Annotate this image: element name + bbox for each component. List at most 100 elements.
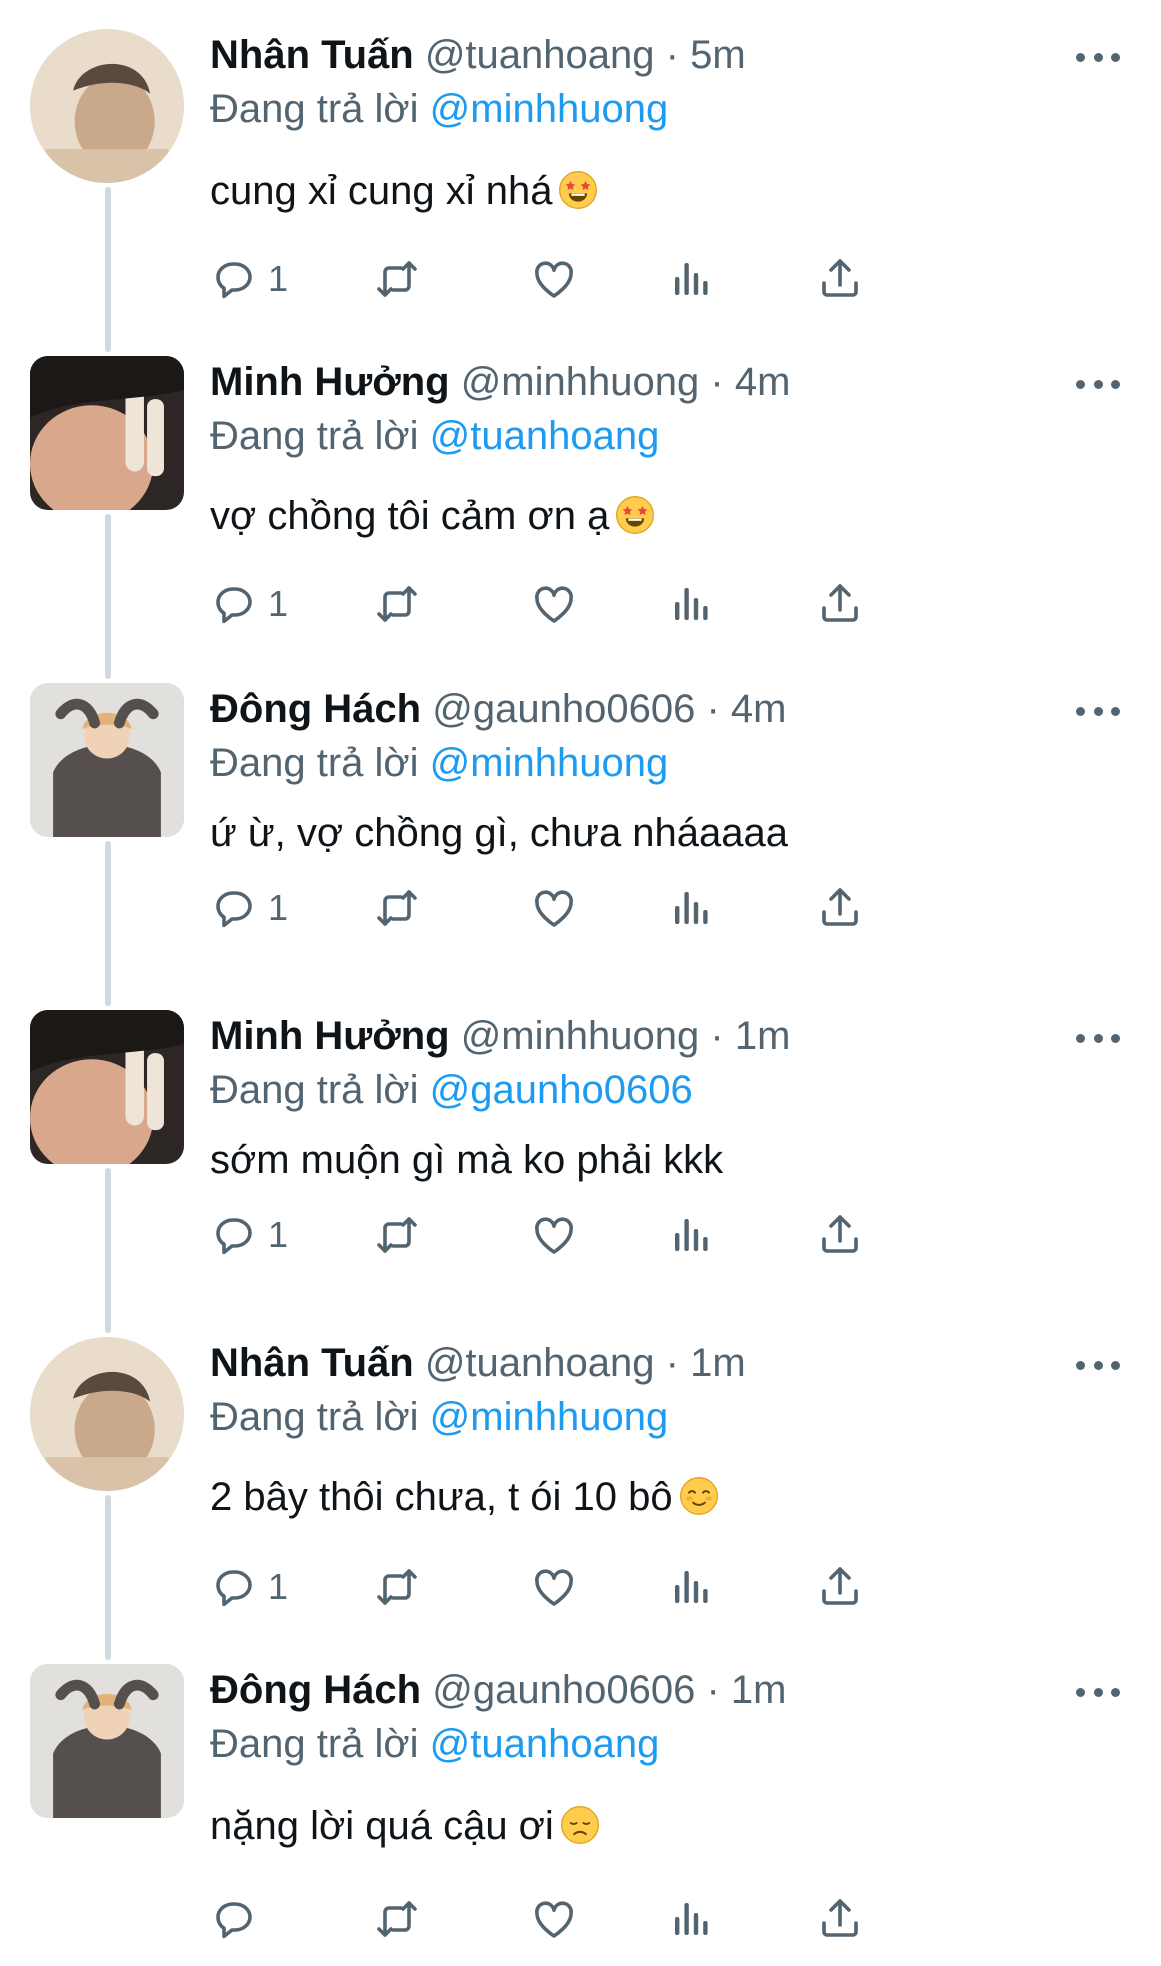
- retweet-button[interactable]: [373, 878, 421, 938]
- share-button[interactable]: [816, 1557, 864, 1617]
- reply-button[interactable]: 1: [210, 878, 288, 938]
- replying-to-handle[interactable]: @gaunho0606: [430, 1068, 693, 1112]
- reply-button[interactable]: 1: [210, 1205, 288, 1265]
- analytics-button[interactable]: [667, 878, 715, 938]
- reply-icon: [210, 1211, 258, 1259]
- author-name[interactable]: Minh Hưởng: [210, 1014, 450, 1058]
- author-name[interactable]: Nhân Tuấn: [210, 33, 414, 77]
- more-icon[interactable]: [1076, 1677, 1120, 1707]
- like-button[interactable]: [530, 878, 578, 938]
- replying-to-handle[interactable]: @tuanhoang: [430, 1722, 660, 1766]
- author-name[interactable]: Đông Hách: [210, 1668, 421, 1712]
- reply-button[interactable]: [210, 1889, 268, 1949]
- analytics-button[interactable]: [667, 1889, 715, 1949]
- avatar[interactable]: [30, 1010, 184, 1164]
- analytics-icon: [667, 580, 715, 628]
- share-button[interactable]: [816, 574, 864, 634]
- replying-to-handle[interactable]: @minhhuong: [430, 1395, 669, 1439]
- timestamp[interactable]: 5m: [690, 33, 746, 77]
- avatar[interactable]: [30, 356, 184, 510]
- tweet[interactable]: Đông Hách @gaunho0606 · 1m Đang trả lời @…: [0, 1639, 1161, 1966]
- avatar[interactable]: [30, 1337, 184, 1491]
- replying-to-label: Đang trả lời: [210, 414, 419, 458]
- reply-thread: Nhân Tuấn @tuanhoang · 5m Đang trả lời @m…: [0, 0, 1161, 1939]
- author-name[interactable]: Đông Hách: [210, 687, 421, 731]
- tweet-text-content: nặng lời quá cậu ơi: [210, 1804, 554, 1848]
- more-icon[interactable]: [1076, 1350, 1120, 1380]
- analytics-button[interactable]: [667, 249, 715, 309]
- timestamp[interactable]: 1m: [735, 1014, 791, 1058]
- replying-to-handle[interactable]: @tuanhoang: [430, 414, 660, 458]
- like-button[interactable]: [530, 1889, 578, 1949]
- avatar[interactable]: [30, 29, 184, 183]
- tweet-text-content: vợ chồng tôi cảm ơn ạ: [210, 494, 610, 538]
- author-name[interactable]: Minh Hưởng: [210, 360, 450, 404]
- timestamp[interactable]: 1m: [731, 1668, 787, 1712]
- retweet-button[interactable]: [373, 249, 421, 309]
- share-icon: [816, 1563, 864, 1611]
- tweet[interactable]: Minh Hưởng @minhhuong · 1m Đang trả lời @…: [0, 985, 1161, 1312]
- timestamp[interactable]: 4m: [731, 687, 787, 731]
- separator-dot: ·: [665, 33, 679, 77]
- author-handle[interactable]: @gaunho0606: [432, 687, 695, 731]
- tweet-text-content: cung xỉ cung xỉ nhá: [210, 169, 553, 213]
- analytics-button[interactable]: [667, 574, 715, 634]
- author-handle[interactable]: @tuanhoang: [425, 33, 655, 77]
- more-icon[interactable]: [1076, 369, 1120, 399]
- analytics-icon: [667, 1895, 715, 1943]
- like-button[interactable]: [530, 1557, 578, 1617]
- reply-button[interactable]: 1: [210, 249, 288, 309]
- analytics-button[interactable]: [667, 1205, 715, 1265]
- retweet-button[interactable]: [373, 1889, 421, 1949]
- author-handle[interactable]: @minhhuong: [461, 360, 700, 404]
- replying-to-label: Đang trả lời: [210, 1722, 419, 1766]
- timestamp[interactable]: 4m: [735, 360, 791, 404]
- star-struck-emoji: [552, 164, 598, 218]
- timestamp[interactable]: 1m: [690, 1341, 746, 1385]
- retweet-icon: [373, 884, 421, 932]
- tweet[interactable]: Minh Hưởng @minhhuong · 4m Đang trả lời @…: [0, 331, 1161, 658]
- share-icon: [816, 884, 864, 932]
- like-icon: [530, 884, 578, 932]
- retweet-icon: [373, 580, 421, 628]
- share-icon: [816, 1895, 864, 1943]
- author-handle[interactable]: @gaunho0606: [432, 1668, 695, 1712]
- like-button[interactable]: [530, 249, 578, 309]
- retweet-button[interactable]: [373, 1557, 421, 1617]
- like-button[interactable]: [530, 574, 578, 634]
- tweet-text: ứ ừ, vợ chồng gì, chưa nháaaaa: [210, 806, 788, 860]
- tweet-text: nặng lời quá cậu ơi: [210, 1799, 600, 1853]
- replying-to-label: Đang trả lời: [210, 1068, 419, 1112]
- replying-to-handle[interactable]: @minhhuong: [430, 741, 669, 785]
- retweet-button[interactable]: [373, 1205, 421, 1265]
- like-button[interactable]: [530, 1205, 578, 1265]
- tweet[interactable]: Nhân Tuấn @tuanhoang · 1m Đang trả lời @m…: [0, 1312, 1161, 1639]
- reply-count: 1: [268, 258, 289, 299]
- tweet-header: Đông Hách @gaunho0606 · 1m: [210, 1663, 786, 1717]
- tweet[interactable]: Nhân Tuấn @tuanhoang · 5m Đang trả lời @m…: [0, 4, 1161, 331]
- like-icon: [530, 1211, 578, 1259]
- author-handle[interactable]: @minhhuong: [461, 1014, 700, 1058]
- avatar[interactable]: [30, 683, 184, 837]
- author-handle[interactable]: @tuanhoang: [425, 1341, 655, 1385]
- reply-button[interactable]: 1: [210, 1557, 288, 1617]
- analytics-button[interactable]: [667, 1557, 715, 1617]
- reply-button[interactable]: 1: [210, 574, 288, 634]
- avatar[interactable]: [30, 1664, 184, 1818]
- share-button[interactable]: [816, 878, 864, 938]
- replying-to-handle[interactable]: @minhhuong: [430, 87, 669, 131]
- share-button[interactable]: [816, 249, 864, 309]
- reply-count: 1: [268, 1566, 289, 1607]
- retweet-button[interactable]: [373, 574, 421, 634]
- replying-to: Đang trả lời @minhhuong: [210, 736, 668, 790]
- tweet[interactable]: Đông Hách @gaunho0606 · 4m Đang trả lời @…: [0, 658, 1161, 985]
- more-icon[interactable]: [1076, 696, 1120, 726]
- share-button[interactable]: [816, 1889, 864, 1949]
- share-button[interactable]: [816, 1205, 864, 1265]
- reply-icon: [210, 1895, 258, 1943]
- author-name[interactable]: Nhân Tuấn: [210, 1341, 414, 1385]
- more-icon[interactable]: [1076, 1023, 1120, 1053]
- more-icon[interactable]: [1076, 42, 1120, 72]
- separator-dot: ·: [710, 1014, 724, 1058]
- tweet-header: Minh Hưởng @minhhuong · 1m: [210, 1009, 790, 1063]
